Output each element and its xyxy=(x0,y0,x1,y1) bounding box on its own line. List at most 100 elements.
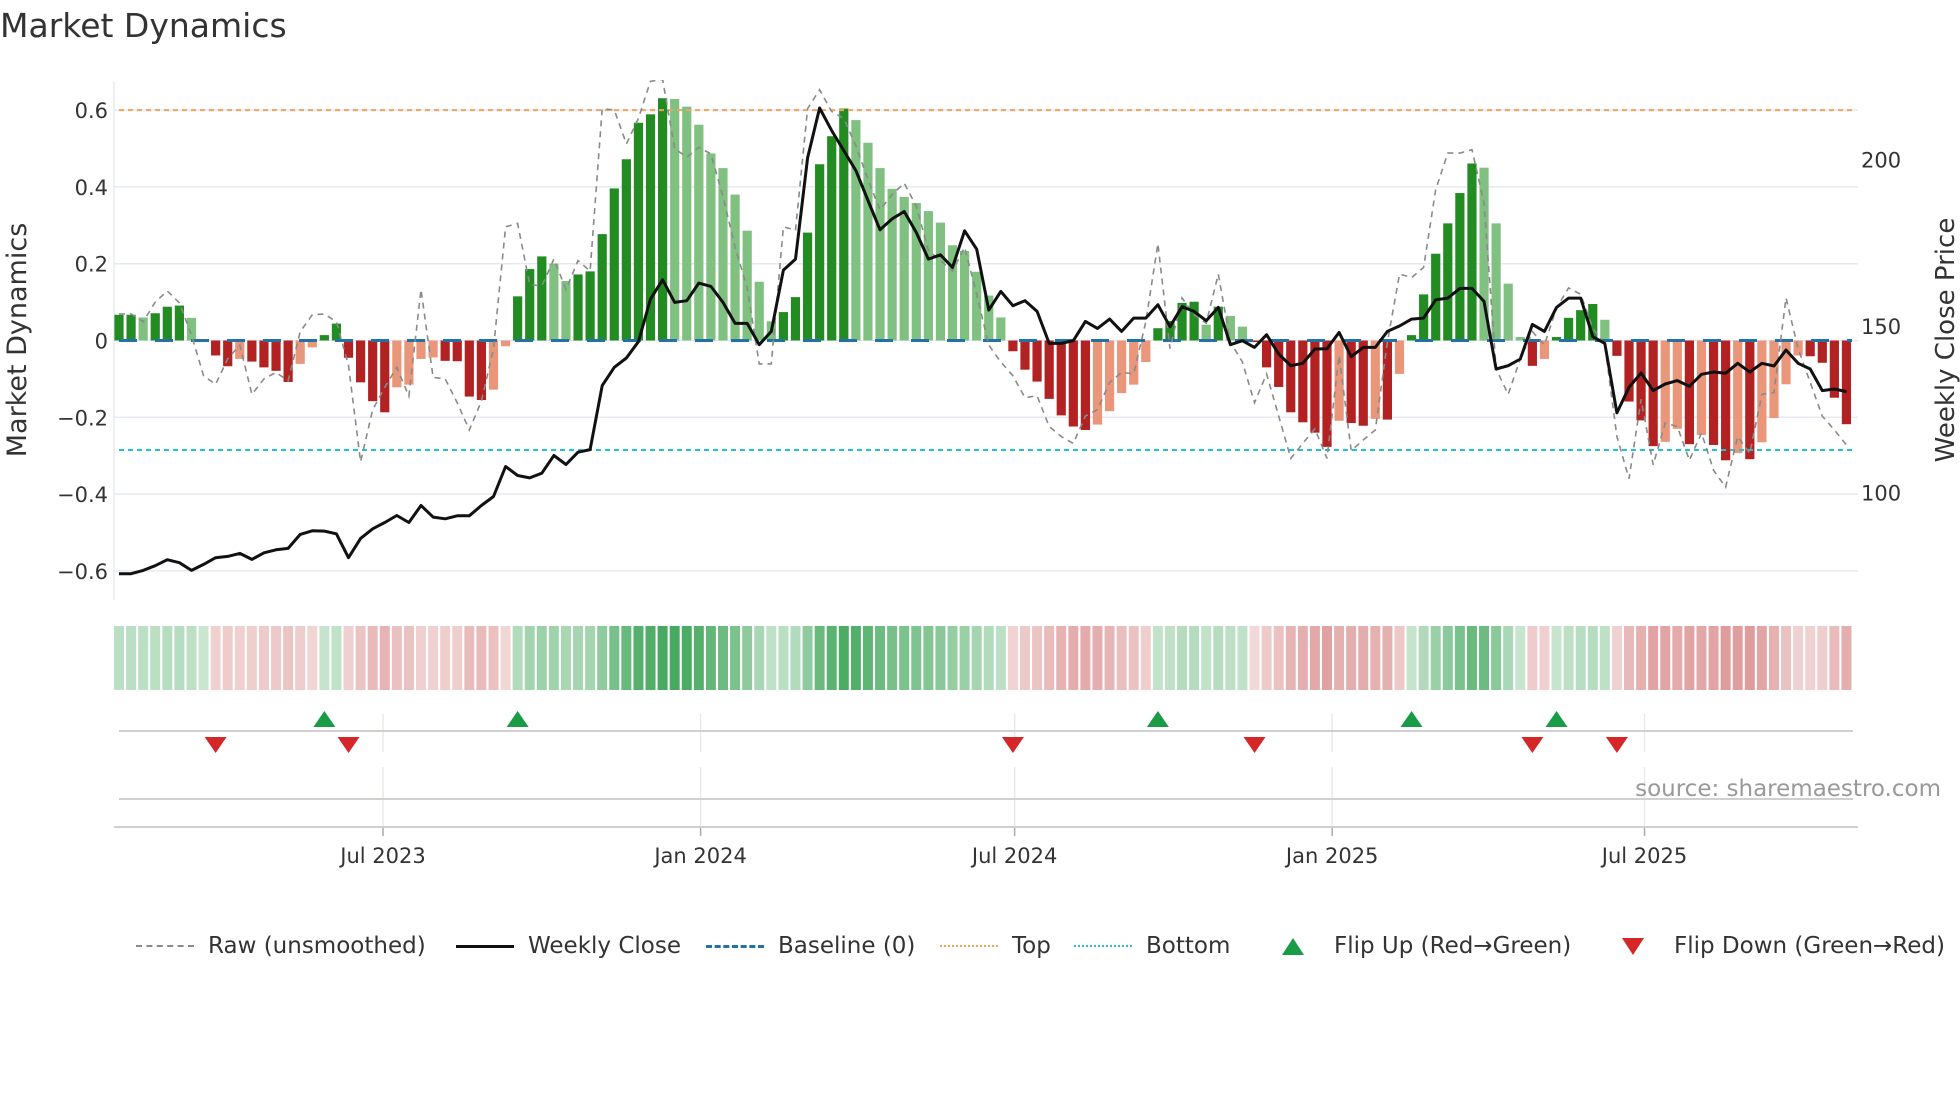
heatmap-cell xyxy=(1273,626,1284,690)
dynamics-bar xyxy=(1805,340,1815,357)
dynamics-bar xyxy=(416,340,426,359)
heatmap-cell xyxy=(995,626,1006,690)
dynamics-bar xyxy=(1370,340,1380,419)
heatmap-cell xyxy=(1720,626,1731,690)
heatmap-cell xyxy=(887,626,898,690)
heatmap-cell xyxy=(1708,626,1719,690)
dynamics-bar xyxy=(682,106,692,341)
heatmap-cell xyxy=(343,626,354,690)
dynamics-bar xyxy=(1455,193,1465,341)
heatmap-cell xyxy=(826,626,837,690)
dynamics-bar xyxy=(827,136,837,341)
flip-up-marker xyxy=(506,711,529,727)
heatmap-cell xyxy=(1841,626,1852,690)
heatmap-cell xyxy=(367,626,378,690)
dynamics-bar xyxy=(1322,340,1332,447)
y-tick-label-right: 150 xyxy=(1861,315,1901,339)
heatmap-cell xyxy=(283,626,294,690)
dynamics-bar xyxy=(223,340,233,367)
heatmap-cell xyxy=(1346,626,1357,690)
heatmap-cell xyxy=(1164,626,1175,690)
heatmap-cell xyxy=(1660,626,1671,690)
dynamics-bar xyxy=(633,122,644,341)
dynamics-bar xyxy=(476,340,486,401)
heatmap-cell xyxy=(1551,626,1562,690)
heatmap-cell xyxy=(1104,626,1115,690)
heatmap-cell xyxy=(428,626,439,690)
heatmap-cell xyxy=(452,626,463,690)
dynamics-bar xyxy=(1817,340,1827,363)
heatmap-cell xyxy=(500,626,511,690)
heatmap-cell xyxy=(1793,626,1804,690)
heatmap-cell xyxy=(150,626,161,690)
baseline-swatch xyxy=(706,944,764,948)
heatmap-cell xyxy=(1382,626,1393,690)
dynamics-bar xyxy=(1068,340,1078,427)
dynamics-bar xyxy=(935,222,946,341)
triangle-down-icon xyxy=(1622,937,1644,955)
heatmap-cell xyxy=(681,626,692,690)
heatmap-cell xyxy=(1249,626,1260,690)
heatmap-cell xyxy=(947,626,958,690)
heatmap-cell xyxy=(295,626,306,690)
heatmap-cell xyxy=(1056,626,1067,690)
dynamics-bar xyxy=(706,153,716,341)
heatmap-cell xyxy=(1829,626,1840,690)
heatmap-cell xyxy=(1599,626,1610,690)
legend: Raw (unsmoothed) Weekly Close Baseline (… xyxy=(0,930,1960,962)
dynamics-bar xyxy=(549,263,559,341)
legend-label-flip-down: Flip Down (Green→Red) xyxy=(1674,933,1945,959)
top-line-swatch xyxy=(940,945,998,947)
dynamics-bar xyxy=(573,274,583,341)
heatmap-cell xyxy=(1515,626,1526,690)
dynamics-bar xyxy=(1286,340,1296,413)
heatmap-cell xyxy=(1672,626,1683,690)
dynamics-bar xyxy=(621,159,631,341)
dynamics-bar xyxy=(1382,340,1392,420)
dynamics-bar xyxy=(537,256,547,341)
heatmap-cell xyxy=(1032,626,1043,690)
heatmap-cell xyxy=(1152,626,1163,690)
x-tick-label: Jan 2025 xyxy=(1284,844,1379,868)
dynamics-bar xyxy=(1443,223,1453,341)
legend-label-top: Top xyxy=(1012,933,1051,959)
x-tick-label: Jul 2024 xyxy=(970,844,1057,868)
bottom-line-swatch xyxy=(1074,945,1132,947)
legend-item-bottom: Bottom xyxy=(1074,930,1230,962)
heatmap-cell xyxy=(476,626,487,690)
heatmap-cell xyxy=(754,626,765,690)
dynamics-bar xyxy=(452,340,462,362)
heatmap-cell xyxy=(1394,626,1405,690)
heatmap-cell xyxy=(657,626,668,690)
heatmap-cell xyxy=(210,626,221,690)
heatmap-cell xyxy=(1225,626,1236,690)
legend-item-baseline: Baseline (0) xyxy=(706,930,915,962)
dynamics-bar xyxy=(1262,340,1272,368)
heatmap-cell xyxy=(645,626,656,690)
y-tick-label-left: 0 xyxy=(95,330,108,354)
heatmap-cell xyxy=(718,626,728,690)
dynamics-bar xyxy=(211,340,221,356)
flip-down-marker xyxy=(1001,737,1024,753)
dynamics-bar xyxy=(1708,340,1719,445)
heatmap-cell xyxy=(850,626,861,690)
heatmap-cell xyxy=(416,626,426,690)
y-tick-label-left: 0.2 xyxy=(75,253,108,277)
dynamics-bar xyxy=(670,98,680,341)
raw-line-swatch xyxy=(136,945,194,947)
heatmap-cell xyxy=(331,626,342,690)
y-axis-label-left: Market Dynamics xyxy=(2,223,33,458)
heatmap-cell xyxy=(1539,626,1550,690)
heatmap-cell xyxy=(1491,626,1502,690)
heatmap-cell xyxy=(1430,626,1441,690)
heatmap-cell xyxy=(1442,626,1453,690)
dynamics-bar xyxy=(754,281,764,341)
heatmap-cell xyxy=(1358,626,1369,690)
heatmap-cell xyxy=(766,626,777,690)
dynamics-bar xyxy=(1358,340,1368,426)
heatmap-cell xyxy=(585,626,596,690)
dynamics-bar xyxy=(1769,340,1779,419)
dynamics-bar xyxy=(1020,340,1030,370)
flip-down-marker xyxy=(204,737,227,753)
dynamics-bar xyxy=(186,317,197,341)
